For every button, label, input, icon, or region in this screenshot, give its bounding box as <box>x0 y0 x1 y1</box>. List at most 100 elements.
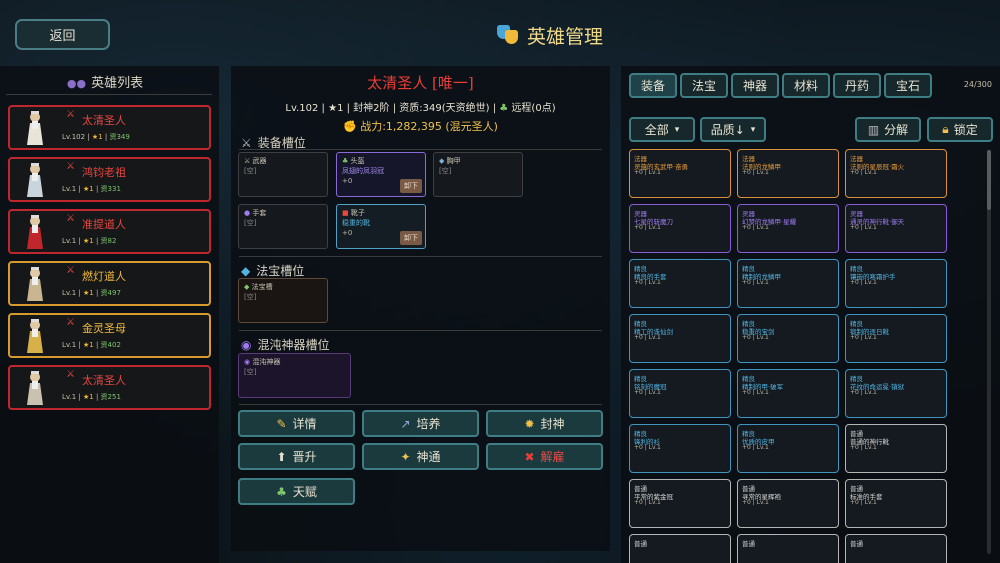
inventory-item[interactable]: 法器 灵蕴的玄武甲·奋勇 +0 | Lv.1 <box>629 149 731 198</box>
crystal-ball-icon: ◉ <box>241 337 252 352</box>
hero-card-stats: Lv.1 | ★1 | 资497 <box>62 289 121 297</box>
shentong-button[interactable]: ✦ 神通 <box>362 443 479 470</box>
item-level: +0 | Lv.1 <box>742 499 769 506</box>
inventory-item[interactable]: 精良 优质的皮甲 +0 | Lv.1 <box>737 424 839 473</box>
inventory-item[interactable]: 普通 普通的神行靴 +0 | Lv.1 <box>845 424 947 473</box>
inventory-item[interactable]: 精良 锻制的逐日靴 +0 | Lv.1 <box>845 314 947 363</box>
chaos-artifact-slot[interactable]: ◉ 混沌神器 [空] <box>238 353 351 398</box>
chest-slot-name: ◆ 胸甲 <box>439 157 461 165</box>
filter-quality-dropdown[interactable]: 品质↓ ▾ <box>700 117 766 142</box>
chest-slot-value: [空] <box>439 167 452 175</box>
hero-fengshen: 封神2阶 <box>353 103 390 114</box>
hero-portrait <box>27 111 43 145</box>
inventory-item[interactable]: 精良 精制的龙鳞甲 +0 | Lv.1 <box>737 259 839 308</box>
item-quality: 普通 <box>850 540 863 548</box>
decompose-button[interactable]: ▥ 分解 <box>855 117 921 142</box>
inventory-item[interactable]: 普通 <box>629 534 731 563</box>
hero-card[interactable]: ⚔ 鸿钧老祖 Lv.1 | ★1 | 资331 <box>8 157 211 202</box>
detail-button[interactable]: ✎ 详情 <box>238 410 355 437</box>
hero-card-name: 太清圣人 <box>82 114 126 127</box>
boots-slot[interactable]: ■ 靴子 稳重的靴 +0 卸下 <box>336 204 426 249</box>
item-level: +0 | Lv.1 <box>634 499 661 506</box>
inventory-item[interactable]: 精良 精制的甲·破军 +0 | Lv.1 <box>737 369 839 418</box>
hero-level: Lv.102 <box>285 103 319 114</box>
hero-card[interactable]: ⚔ 太清圣人 Lv.102 | ★1 | 资349 <box>8 105 211 150</box>
hero-aptitude: 资质:349(天资绝世) <box>399 103 490 114</box>
item-level: +0 | Lv.1 <box>634 334 661 341</box>
chest-slot[interactable]: ◆ 胸甲 [空] <box>433 152 523 197</box>
inventory-item[interactable]: 精良 花纹的命运冕·镇狱 +0 | Lv.1 <box>845 369 947 418</box>
inventory-item[interactable]: 灵器 幻梦的龙鳞甲·星耀 +0 | Lv.1 <box>737 204 839 253</box>
tab-2[interactable]: 神器 <box>731 73 779 98</box>
inventory-scrollbar[interactable] <box>987 150 991 554</box>
inventory-item[interactable]: 普通 <box>737 534 839 563</box>
inventory-item[interactable]: 法器 法则的龙鳞甲 +0 | Lv.1 <box>737 149 839 198</box>
unload-helmet-button[interactable]: 卸下 <box>400 179 422 193</box>
boots-slot-value: 稳重的靴 <box>342 219 370 227</box>
scrollbar-thumb[interactable] <box>987 150 991 210</box>
back-button[interactable]: 返回 <box>15 19 110 50</box>
tab-4[interactable]: 丹药 <box>833 73 881 98</box>
hero-card[interactable]: ⚔ 准提道人 Lv.1 | ★1 | 资82 <box>8 209 211 254</box>
tab-3[interactable]: 材料 <box>782 73 830 98</box>
hero-card-aptitude: 资349 <box>109 133 130 141</box>
hero-power-value: 战力:1,282,395 (混元圣人) <box>360 120 498 133</box>
crossed-swords-icon: ⚔ <box>66 213 75 224</box>
crossed-swords-icon: ⚔ <box>66 265 75 276</box>
hero-card-star: ★1 <box>91 133 103 141</box>
treasure-slot[interactable]: ◆ 法宝槽 [空] <box>238 278 328 323</box>
dismiss-button[interactable]: ✖ 解雇 <box>486 443 603 470</box>
hero-card-level: Lv.1 <box>62 185 77 193</box>
tab-5[interactable]: 宝石 <box>884 73 932 98</box>
arrow-up-icon: ⬆ <box>276 449 287 464</box>
inventory-item[interactable]: 普通 平常的紫金冠 +0 | Lv.1 <box>629 479 731 528</box>
inventory-item[interactable]: 精良 精良的手套 +0 | Lv.1 <box>629 259 731 308</box>
boots-slot-plus: +0 <box>342 229 353 237</box>
gloves-slot[interactable]: ● 手套 [空] <box>238 204 328 249</box>
helmet-slot[interactable]: ♣ 头盔 凤翅的凤羽冠 +0 卸下 <box>336 152 426 197</box>
hero-card-name: 金灵圣母 <box>82 322 126 335</box>
gloves-slot-name: ● 手套 <box>244 209 267 217</box>
tab-0[interactable]: 装备 <box>629 73 677 98</box>
inventory-item[interactable]: 精良 铭刻的魔冠 +0 | Lv.1 <box>629 369 731 418</box>
hero-list-title-text: 英雄列表 <box>91 76 144 91</box>
item-level: +0 | Lv.1 <box>850 444 877 451</box>
inventory-item[interactable]: 普通 <box>845 534 947 563</box>
inventory-item[interactable]: 精良 镶嵌的寒霜护手 +0 | Lv.1 <box>845 259 947 308</box>
weapon-slot[interactable]: ⚔ 武器 [空] <box>238 152 328 197</box>
hero-portrait <box>27 267 43 301</box>
hero-portrait <box>27 371 43 405</box>
chaos-slot-name: ◉ 混沌神器 <box>244 358 281 366</box>
inventory-item[interactable]: 精良 稳重的宝剑 +0 | Lv.1 <box>737 314 839 363</box>
hero-card-name: 燃灯道人 <box>82 270 126 283</box>
muscle-icon: ✊ <box>343 120 357 133</box>
unload-boots-button[interactable]: 卸下 <box>400 231 422 245</box>
hero-card[interactable]: ⚔ 燃灯道人 Lv.1 | ★1 | 资497 <box>8 261 211 306</box>
item-level: +0 | Lv.1 <box>742 444 769 451</box>
fengshen-button[interactable]: ✹ 封神 <box>486 410 603 437</box>
inventory-item[interactable]: 灵器 七星的斩魔刀 +0 | Lv.1 <box>629 204 731 253</box>
item-level: +0 | Lv.1 <box>742 169 769 176</box>
hero-card[interactable]: ⚔ 金灵圣母 Lv.1 | ★1 | 资402 <box>8 313 211 358</box>
divider <box>239 404 602 405</box>
hero-card-level: Lv.1 <box>62 341 77 349</box>
cultivate-button[interactable]: ↗ 培养 <box>362 410 479 437</box>
hero-card-star: ★1 <box>83 341 94 349</box>
inventory-item[interactable]: 普通 寻常的星辉袍 +0 | Lv.1 <box>737 479 839 528</box>
inventory-item[interactable]: 普通 标准的手套 +0 | Lv.1 <box>845 479 947 528</box>
trash-icon: ▥ <box>867 122 880 137</box>
filter-all-dropdown[interactable]: 全部 ▾ <box>629 117 695 142</box>
weapon-slot-value: [空] <box>244 167 257 175</box>
inventory-item[interactable]: 精良 精工的诛仙剑 +0 | Lv.1 <box>629 314 731 363</box>
hero-card[interactable]: ⚔ 太清圣人 Lv.1 | ★1 | 资251 <box>8 365 211 410</box>
hero-card-star: ★1 <box>83 393 94 401</box>
inventory-item[interactable]: 灵器 通灵的神行靴·御天 +0 | Lv.1 <box>845 204 947 253</box>
inventory-item[interactable]: 精良 锋利的衫 +0 | Lv.1 <box>629 424 731 473</box>
lock-button[interactable]: 🔒︎ 锁定 <box>927 117 993 142</box>
inventory-item[interactable]: 法器 法则的星辰冠·霜火 +0 | Lv.1 <box>845 149 947 198</box>
tab-1[interactable]: 法宝 <box>680 73 728 98</box>
talent-button[interactable]: ♣ 天赋 <box>238 478 355 505</box>
hero-card-aptitude: 资331 <box>100 185 121 193</box>
diamond-icon: ◆ <box>241 263 251 278</box>
promote-button[interactable]: ⬆ 晋升 <box>238 443 355 470</box>
